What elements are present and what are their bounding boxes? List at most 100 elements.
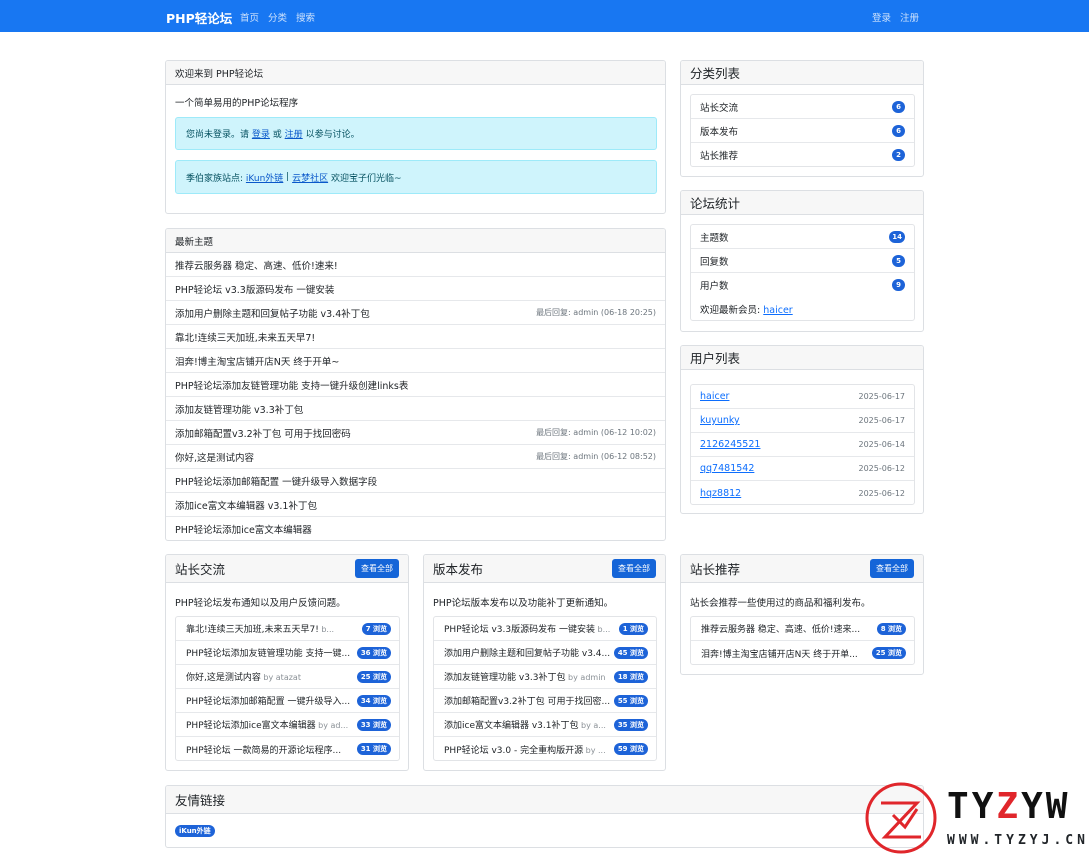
latest-header: 最新主题 xyxy=(166,229,665,253)
topic-title[interactable]: 你好,这是测试内容 xyxy=(175,450,254,464)
section-topic-row[interactable]: PHP轻论坛 v3.3版源码发布 一键安装 b... 1 浏览 xyxy=(434,617,656,641)
section-topic-row[interactable]: PHP轻论坛添加友链管理功能 支持一键... 36 浏览 xyxy=(176,641,399,665)
section-topic-row[interactable]: 添加邮箱配置v3.2补丁包 可用于找回密... 55 浏览 xyxy=(434,689,656,713)
topic-row[interactable]: PHP轻论坛添加ice富文本编辑器 xyxy=(166,517,665,540)
section-topic-row[interactable]: 添加用户删除主题和回复帖子功能 v3.4... 45 浏览 xyxy=(434,641,656,665)
views-badge: 1 浏览 xyxy=(618,622,648,635)
topic-title[interactable]: PHP轻论坛 v3.3版源码发布 一键安装 xyxy=(175,282,334,296)
newest-user-link[interactable]: haicer xyxy=(763,305,792,316)
nav-auth: 登录 注册 xyxy=(872,10,919,24)
section-topic-title[interactable]: PHP轻论坛 一款简易的开源论坛程序... xyxy=(186,746,341,756)
user-link[interactable]: haicer xyxy=(700,391,729,402)
category-item[interactable]: 站长交流 6 xyxy=(691,95,914,119)
family-link-yunmeng[interactable]: 云梦社区 xyxy=(292,171,328,184)
topic-row[interactable]: 你好,这是测试内容 最后回复: admin (06-12 08:52) xyxy=(166,445,665,469)
section-topic-row[interactable]: PHP轻论坛添加ice富文本编辑器 by ad... 33 浏览 xyxy=(176,713,399,737)
topic-title[interactable]: 添加友链管理功能 v3.3补丁包 xyxy=(175,402,303,416)
topic-row[interactable]: PHP轻论坛添加友链管理功能 支持一键升级创建links表 xyxy=(166,373,665,397)
topic-row[interactable]: 添加用户删除主题和回复帖子功能 v3.4补丁包 最后回复: admin (06-1… xyxy=(166,301,665,325)
section-topic-title[interactable]: 泪奔!博主淘宝店铺开店N天 终于开单... xyxy=(701,650,858,660)
section-topic-title[interactable]: PHP轻论坛 v3.3版源码发布 一键安装 xyxy=(444,625,595,635)
section-topic[interactable]: 靠北!连续三天加班,未来五天早7! b... xyxy=(186,622,334,635)
section-topic-title[interactable]: PHP轻论坛添加邮箱配置 一键升级导入... xyxy=(186,697,350,707)
topic-row[interactable]: 添加邮箱配置v3.2补丁包 可用于找回密码 最后回复: admin (06-12 … xyxy=(166,421,665,445)
alert-register-link[interactable]: 注册 xyxy=(285,127,303,140)
section-topic[interactable]: 添加邮箱配置v3.2补丁包 可用于找回密... xyxy=(444,694,610,707)
brand-logo[interactable]: PHP轻论坛 xyxy=(166,8,232,27)
section-topic-title[interactable]: 添加ice富文本编辑器 v3.1补丁包 xyxy=(444,721,579,731)
nav-home[interactable]: 首页 xyxy=(240,10,259,24)
topic-title[interactable]: PHP轻论坛添加邮箱配置 一键升级导入数据字段 xyxy=(175,474,377,488)
section-topic[interactable]: PHP轻论坛 v3.0 - 完全重构版开源 by ... xyxy=(444,743,606,756)
section-topic-row[interactable]: 你好,这是测试内容 by atazat 25 浏览 xyxy=(176,665,399,689)
topic-title[interactable]: 添加ice富文本编辑器 v3.1补丁包 xyxy=(175,498,317,512)
view-all-button[interactable]: 查看全部 xyxy=(612,559,656,578)
section-topic-row[interactable]: 泪奔!博主淘宝店铺开店N天 终于开单... 25 浏览 xyxy=(691,641,914,665)
section-topic[interactable]: PHP轻论坛 v3.3版源码发布 一键安装 b... xyxy=(444,622,610,635)
friend-link-ikun[interactable]: iKun外链 xyxy=(175,825,215,837)
topic-title[interactable]: 推荐云服务器 稳定、高速、低价!速来! xyxy=(175,258,338,272)
user-link[interactable]: hqz8812 xyxy=(700,488,741,499)
section-topic[interactable]: 添加友链管理功能 v3.3补丁包 by admin xyxy=(444,670,605,683)
stat-count-badge: 14 xyxy=(889,230,905,243)
section-topic-title[interactable]: 推荐云服务器 稳定、高速、低价!速来... xyxy=(701,625,860,635)
nav-register[interactable]: 注册 xyxy=(900,10,919,24)
category-item[interactable]: 版本发布 6 xyxy=(691,119,914,143)
view-all-button[interactable]: 查看全部 xyxy=(870,559,914,578)
section-topic[interactable]: PHP轻论坛添加邮箱配置 一键升级导入... xyxy=(186,694,350,707)
category-name[interactable]: 站长交流 xyxy=(700,100,738,114)
nav-login[interactable]: 登录 xyxy=(872,10,891,24)
view-all-button[interactable]: 查看全部 xyxy=(355,559,399,578)
topic-row[interactable]: PHP轻论坛 v3.3版源码发布 一键安装 xyxy=(166,277,665,301)
watermark-letter: W xyxy=(1045,786,1071,827)
section-topic-title[interactable]: 添加友链管理功能 v3.3补丁包 xyxy=(444,673,566,683)
family-link-ikun[interactable]: iKun外链 xyxy=(246,171,283,184)
user-link[interactable]: kuyunky xyxy=(700,415,740,426)
topic-title[interactable]: 泪奔!博主淘宝店铺开店N天 终于开单~ xyxy=(175,354,339,368)
section-topic[interactable]: 你好,这是测试内容 by atazat xyxy=(186,670,301,683)
section-topic-row[interactable]: PHP轻论坛添加邮箱配置 一键升级导入... 34 浏览 xyxy=(176,689,399,713)
category-name[interactable]: 站长推荐 xyxy=(700,148,738,162)
section-topic-title[interactable]: 你好,这是测试内容 xyxy=(186,673,261,683)
nav-categories[interactable]: 分类 xyxy=(268,10,287,24)
section-topic-row[interactable]: PHP轻论坛 v3.0 - 完全重构版开源 by ... 59 浏览 xyxy=(434,737,656,761)
category-name[interactable]: 版本发布 xyxy=(700,124,738,138)
views-badge: 25 浏览 xyxy=(871,647,906,659)
section-topic-title[interactable]: 靠北!连续三天加班,未来五天早7! xyxy=(186,625,319,635)
section-topic[interactable]: 添加ice富文本编辑器 v3.1补丁包 by a... xyxy=(444,718,606,731)
section-topic[interactable]: 泪奔!博主淘宝店铺开店N天 终于开单... xyxy=(701,647,858,660)
section-topic-row[interactable]: 添加友链管理功能 v3.3补丁包 by admin 18 浏览 xyxy=(434,665,656,689)
section-topic-row[interactable]: 靠北!连续三天加班,未来五天早7! b... 7 浏览 xyxy=(176,617,399,641)
section-topic-title[interactable]: PHP轻论坛 v3.0 - 完全重构版开源 xyxy=(444,746,583,756)
section-topic[interactable]: 添加用户删除主题和回复帖子功能 v3.4... xyxy=(444,646,610,659)
alert-login-link[interactable]: 登录 xyxy=(252,127,270,140)
topic-row[interactable]: 推荐云服务器 稳定、高速、低价!速来! xyxy=(166,253,665,277)
section-topic-title[interactable]: 添加邮箱配置v3.2补丁包 可用于找回密... xyxy=(444,697,610,707)
topic-title[interactable]: 添加邮箱配置v3.2补丁包 可用于找回密码 xyxy=(175,426,351,440)
topic-row[interactable]: 添加友链管理功能 v3.3补丁包 xyxy=(166,397,665,421)
nav-search[interactable]: 搜索 xyxy=(296,10,315,24)
section-topic[interactable]: PHP轻论坛添加ice富文本编辑器 by ad... xyxy=(186,718,348,731)
user-link[interactable]: qq7481542 xyxy=(700,463,754,474)
section-topic[interactable]: PHP轻论坛添加友链管理功能 支持一键... xyxy=(186,646,350,659)
topic-title[interactable]: PHP轻论坛添加友链管理功能 支持一键升级创建links表 xyxy=(175,378,408,392)
topic-title[interactable]: 添加用户删除主题和回复帖子功能 v3.4补丁包 xyxy=(175,306,370,320)
category-item[interactable]: 站长推荐 2 xyxy=(691,143,914,167)
topic-row[interactable]: PHP轻论坛添加邮箱配置 一键升级导入数据字段 xyxy=(166,469,665,493)
topic-row[interactable]: 泪奔!博主淘宝店铺开店N天 终于开单~ xyxy=(166,349,665,373)
topic-title[interactable]: 靠北!连续三天加班,未来五天早7! xyxy=(175,330,315,344)
section-topic-title[interactable]: PHP轻论坛添加ice富文本编辑器 xyxy=(186,721,316,731)
section-topic-title[interactable]: 添加用户删除主题和回复帖子功能 v3.4... xyxy=(444,649,610,659)
views-badge: 25 浏览 xyxy=(356,670,391,683)
topic-row[interactable]: 靠北!连续三天加班,未来五天早7! xyxy=(166,325,665,349)
section-topic-row[interactable]: 添加ice富文本编辑器 v3.1补丁包 by a... 35 浏览 xyxy=(434,713,656,737)
section-topic[interactable]: PHP轻论坛 一款简易的开源论坛程序... xyxy=(186,743,341,756)
section-topic[interactable]: 推荐云服务器 稳定、高速、低价!速来... xyxy=(701,622,860,635)
topic-title[interactable]: PHP轻论坛添加ice富文本编辑器 xyxy=(175,522,312,536)
section-topic-row[interactable]: 推荐云服务器 稳定、高速、低价!速来... 8 浏览 xyxy=(691,617,914,641)
section-topic-row[interactable]: PHP轻论坛 一款简易的开源论坛程序... 31 浏览 xyxy=(176,737,399,761)
welcome-title: 欢迎来到 PHP轻论坛 xyxy=(175,68,264,80)
section-topic-title[interactable]: PHP轻论坛添加友链管理功能 支持一键... xyxy=(186,649,350,659)
topic-row[interactable]: 添加ice富文本编辑器 v3.1补丁包 xyxy=(166,493,665,517)
user-link[interactable]: 2126245521 xyxy=(700,439,760,450)
